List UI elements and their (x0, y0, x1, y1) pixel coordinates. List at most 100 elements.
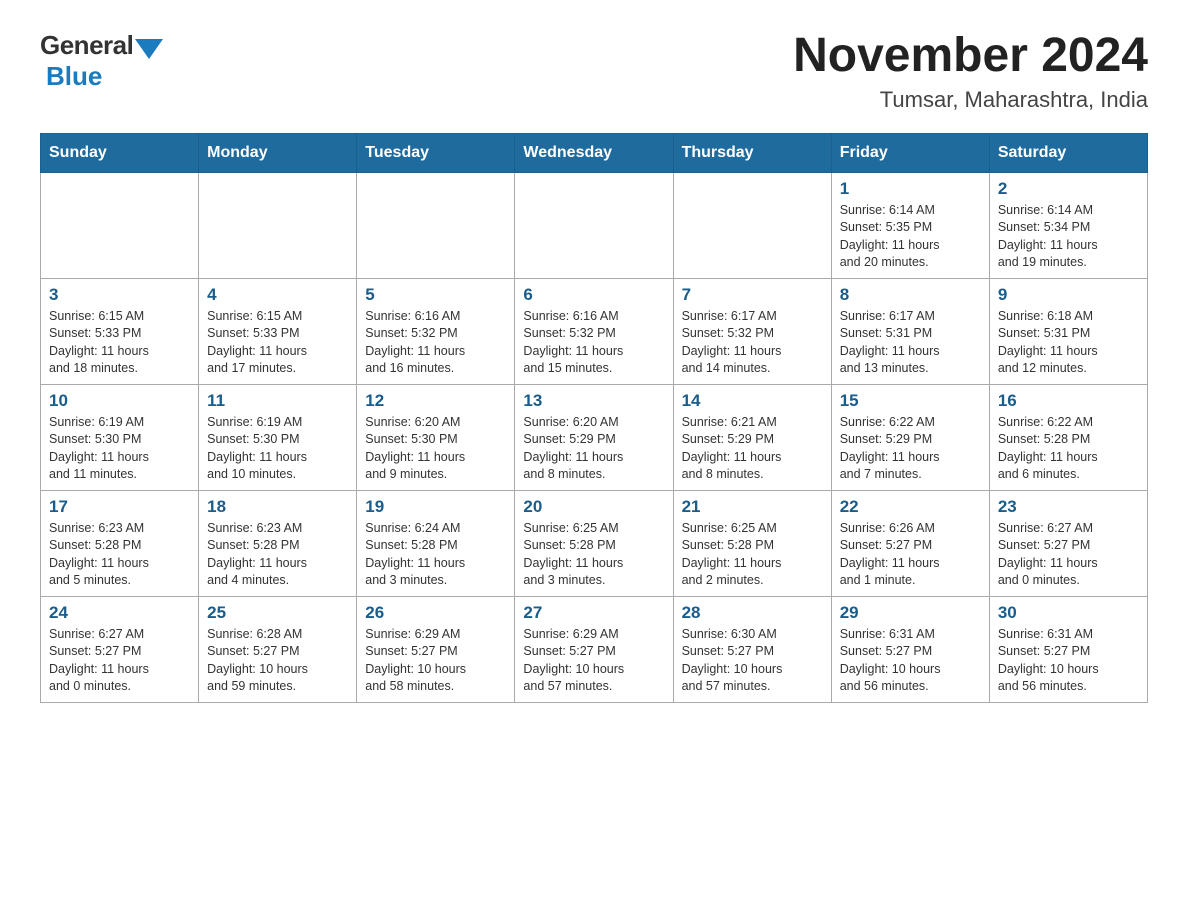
day-number: 27 (523, 603, 664, 623)
day-number: 17 (49, 497, 190, 517)
day-info: Sunrise: 6:29 AMSunset: 5:27 PMDaylight:… (365, 626, 506, 696)
day-info: Sunrise: 6:19 AMSunset: 5:30 PMDaylight:… (49, 414, 190, 484)
day-info: Sunrise: 6:15 AMSunset: 5:33 PMDaylight:… (49, 308, 190, 378)
calendar-day-cell: 3Sunrise: 6:15 AMSunset: 5:33 PMDaylight… (41, 278, 199, 384)
month-year-title: November 2024 (793, 30, 1148, 83)
calendar-day-cell (673, 172, 831, 278)
day-info: Sunrise: 6:22 AMSunset: 5:28 PMDaylight:… (998, 414, 1139, 484)
day-info: Sunrise: 6:28 AMSunset: 5:27 PMDaylight:… (207, 626, 348, 696)
day-info: Sunrise: 6:17 AMSunset: 5:32 PMDaylight:… (682, 308, 823, 378)
day-number: 21 (682, 497, 823, 517)
calendar-week-row: 3Sunrise: 6:15 AMSunset: 5:33 PMDaylight… (41, 278, 1148, 384)
calendar-day-cell: 2 Sunrise: 6:14 AMSunset: 5:34 PMDaylight… (989, 172, 1147, 278)
calendar-day-cell: 9 Sunrise: 6:18 AMSunset: 5:31 PMDaylight… (989, 278, 1147, 384)
day-number: 11 (207, 391, 348, 411)
calendar-day-header: Friday (831, 133, 989, 172)
day-number: 24 (49, 603, 190, 623)
calendar-day-cell: 10 Sunrise: 6:19 AMSunset: 5:30 PMDayligh… (41, 384, 199, 490)
calendar-day-cell: 1 Sunrise: 6:14 AMSunset: 5:35 PMDaylight… (831, 172, 989, 278)
day-info: Sunrise: 6:17 AMSunset: 5:31 PMDaylight:… (840, 308, 981, 378)
calendar-day-cell: 28 Sunrise: 6:30 AMSunset: 5:27 PMDayligh… (673, 596, 831, 702)
day-info: Sunrise: 6:22 AMSunset: 5:29 PMDaylight:… (840, 414, 981, 484)
page-header: General Blue November 2024 Tumsar, Mahar… (40, 30, 1148, 113)
day-number: 9 (998, 285, 1139, 305)
day-info: Sunrise: 6:29 AMSunset: 5:27 PMDaylight:… (523, 626, 664, 696)
calendar-day-cell (199, 172, 357, 278)
calendar-day-cell: 8 Sunrise: 6:17 AMSunset: 5:31 PMDaylight… (831, 278, 989, 384)
logo-general-text: General (40, 30, 133, 61)
calendar-day-header: Saturday (989, 133, 1147, 172)
day-info: Sunrise: 6:25 AMSunset: 5:28 PMDaylight:… (682, 520, 823, 590)
calendar-day-cell: 18 Sunrise: 6:23 AMSunset: 5:28 PMDayligh… (199, 490, 357, 596)
calendar-day-cell: 15 Sunrise: 6:22 AMSunset: 5:29 PMDayligh… (831, 384, 989, 490)
day-info: Sunrise: 6:31 AMSunset: 5:27 PMDaylight:… (840, 626, 981, 696)
day-number: 28 (682, 603, 823, 623)
calendar-day-cell: 29 Sunrise: 6:31 AMSunset: 5:27 PMDayligh… (831, 596, 989, 702)
calendar-day-cell: 19 Sunrise: 6:24 AMSunset: 5:28 PMDayligh… (357, 490, 515, 596)
day-number: 22 (840, 497, 981, 517)
day-info: Sunrise: 6:20 AMSunset: 5:29 PMDaylight:… (523, 414, 664, 484)
calendar-day-cell (41, 172, 199, 278)
day-number: 15 (840, 391, 981, 411)
calendar-day-cell: 13Sunrise: 6:20 AMSunset: 5:29 PMDayligh… (515, 384, 673, 490)
day-number: 20 (523, 497, 664, 517)
calendar-day-header: Wednesday (515, 133, 673, 172)
calendar-day-cell: 6 Sunrise: 6:16 AMSunset: 5:32 PMDaylight… (515, 278, 673, 384)
day-info: Sunrise: 6:26 AMSunset: 5:27 PMDaylight:… (840, 520, 981, 590)
calendar-day-cell: 11 Sunrise: 6:19 AMSunset: 5:30 PMDayligh… (199, 384, 357, 490)
day-info: Sunrise: 6:23 AMSunset: 5:28 PMDaylight:… (207, 520, 348, 590)
calendar-day-cell (357, 172, 515, 278)
day-number: 12 (365, 391, 506, 411)
day-number: 19 (365, 497, 506, 517)
day-info: Sunrise: 6:24 AMSunset: 5:28 PMDaylight:… (365, 520, 506, 590)
calendar-day-cell: 7Sunrise: 6:17 AMSunset: 5:32 PMDaylight… (673, 278, 831, 384)
day-number: 23 (998, 497, 1139, 517)
day-number: 29 (840, 603, 981, 623)
day-info: Sunrise: 6:14 AMSunset: 5:35 PMDaylight:… (840, 202, 981, 272)
day-info: Sunrise: 6:25 AMSunset: 5:28 PMDaylight:… (523, 520, 664, 590)
day-number: 26 (365, 603, 506, 623)
calendar-day-cell: 16 Sunrise: 6:22 AMSunset: 5:28 PMDayligh… (989, 384, 1147, 490)
day-number: 8 (840, 285, 981, 305)
day-number: 5 (365, 285, 506, 305)
calendar-day-header: Monday (199, 133, 357, 172)
day-number: 25 (207, 603, 348, 623)
calendar-day-header: Tuesday (357, 133, 515, 172)
header-title-block: November 2024 Tumsar, Maharashtra, India (793, 30, 1148, 113)
day-info: Sunrise: 6:23 AMSunset: 5:28 PMDaylight:… (49, 520, 190, 590)
day-info: Sunrise: 6:27 AMSunset: 5:27 PMDaylight:… (998, 520, 1139, 590)
day-info: Sunrise: 6:16 AMSunset: 5:32 PMDaylight:… (523, 308, 664, 378)
logo-arrow-icon (135, 39, 163, 59)
day-info: Sunrise: 6:27 AMSunset: 5:27 PMDaylight:… (49, 626, 190, 696)
calendar-week-row: 1 Sunrise: 6:14 AMSunset: 5:35 PMDaylight… (41, 172, 1148, 278)
calendar-day-cell: 17 Sunrise: 6:23 AMSunset: 5:28 PMDayligh… (41, 490, 199, 596)
calendar-day-cell: 22 Sunrise: 6:26 AMSunset: 5:27 PMDayligh… (831, 490, 989, 596)
day-number: 16 (998, 391, 1139, 411)
day-info: Sunrise: 6:19 AMSunset: 5:30 PMDaylight:… (207, 414, 348, 484)
day-number: 6 (523, 285, 664, 305)
day-info: Sunrise: 6:30 AMSunset: 5:27 PMDaylight:… (682, 626, 823, 696)
location-subtitle: Tumsar, Maharashtra, India (793, 87, 1148, 113)
calendar-day-cell: 26 Sunrise: 6:29 AMSunset: 5:27 PMDayligh… (357, 596, 515, 702)
day-info: Sunrise: 6:16 AMSunset: 5:32 PMDaylight:… (365, 308, 506, 378)
day-number: 2 (998, 179, 1139, 199)
day-number: 4 (207, 285, 348, 305)
calendar-week-row: 17 Sunrise: 6:23 AMSunset: 5:28 PMDayligh… (41, 490, 1148, 596)
day-info: Sunrise: 6:18 AMSunset: 5:31 PMDaylight:… (998, 308, 1139, 378)
day-info: Sunrise: 6:14 AMSunset: 5:34 PMDaylight:… (998, 202, 1139, 272)
calendar-table: SundayMondayTuesdayWednesdayThursdayFrid… (40, 133, 1148, 703)
calendar-day-cell: 24 Sunrise: 6:27 AMSunset: 5:27 PMDayligh… (41, 596, 199, 702)
day-info: Sunrise: 6:21 AMSunset: 5:29 PMDaylight:… (682, 414, 823, 484)
calendar-day-cell: 12Sunrise: 6:20 AMSunset: 5:30 PMDayligh… (357, 384, 515, 490)
day-number: 10 (49, 391, 190, 411)
day-number: 1 (840, 179, 981, 199)
day-info: Sunrise: 6:31 AMSunset: 5:27 PMDaylight:… (998, 626, 1139, 696)
calendar-day-header: Sunday (41, 133, 199, 172)
calendar-day-cell: 5 Sunrise: 6:16 AMSunset: 5:32 PMDaylight… (357, 278, 515, 384)
logo: General Blue (40, 30, 163, 92)
calendar-day-cell: 21 Sunrise: 6:25 AMSunset: 5:28 PMDayligh… (673, 490, 831, 596)
calendar-day-cell: 27 Sunrise: 6:29 AMSunset: 5:27 PMDayligh… (515, 596, 673, 702)
day-number: 30 (998, 603, 1139, 623)
day-number: 18 (207, 497, 348, 517)
calendar-day-cell: 20 Sunrise: 6:25 AMSunset: 5:28 PMDayligh… (515, 490, 673, 596)
